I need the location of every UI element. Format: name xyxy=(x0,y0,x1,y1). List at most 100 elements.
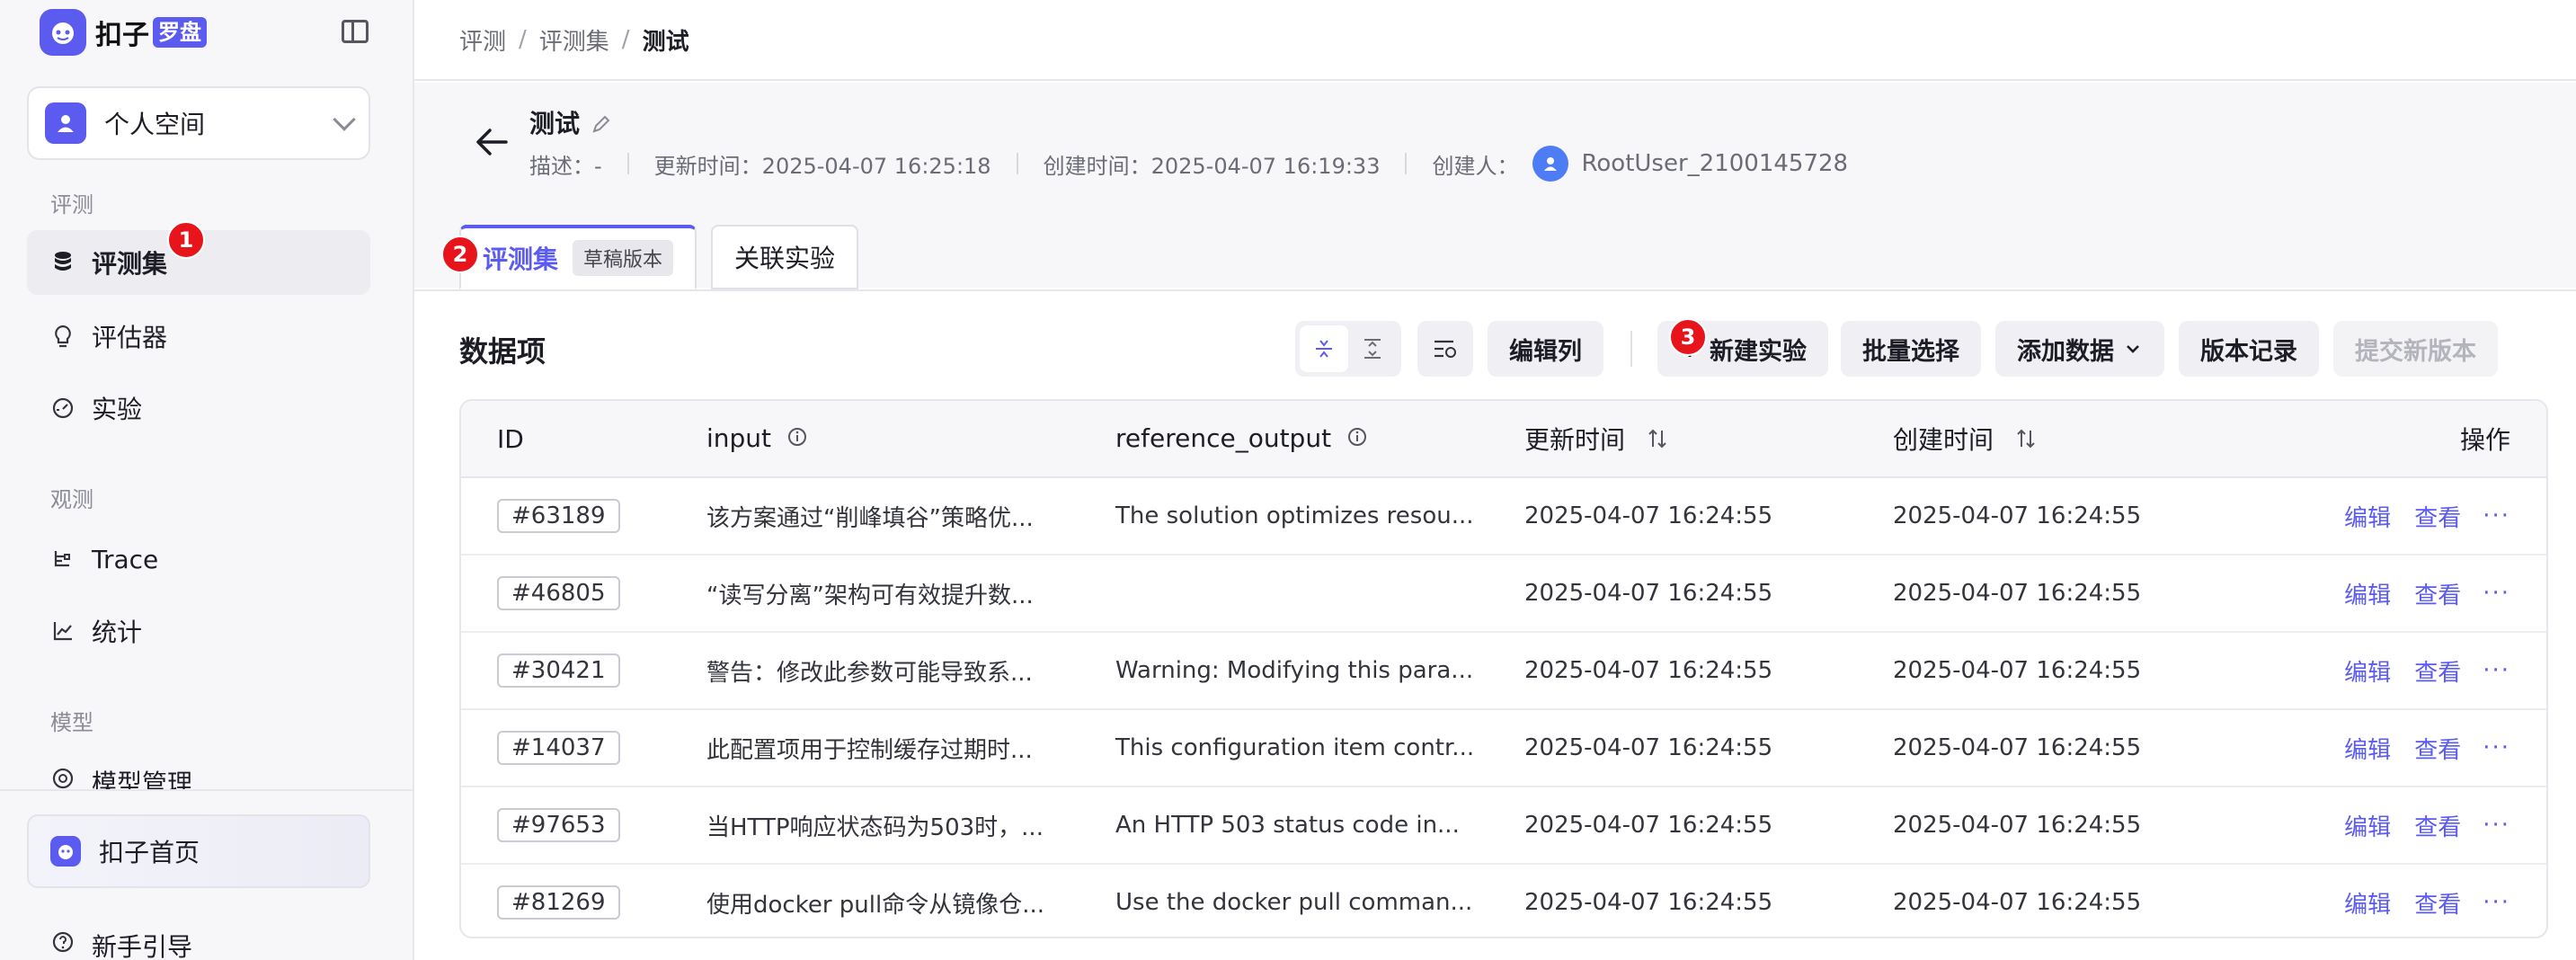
table-row[interactable]: #97653 当HTTP响应状态码为503时，... An HTTP 503 s… xyxy=(461,787,2546,865)
avatar xyxy=(1532,146,1569,182)
submit-version-button[interactable]: 提交新版本 xyxy=(2333,321,2498,377)
cell-actions: 编辑 查看 ··· xyxy=(2257,886,2546,920)
info-icon[interactable] xyxy=(786,424,808,454)
nav-section-model: 模型 xyxy=(50,710,93,735)
filter-settings-icon xyxy=(1435,340,1456,358)
cell-created-time: 2025-04-07 16:24:55 xyxy=(1893,580,2142,607)
brand[interactable]: 扣子 罗盘 xyxy=(40,9,207,56)
more-actions-icon[interactable]: ··· xyxy=(2483,657,2510,684)
chevron-down-icon xyxy=(2127,345,2139,353)
sidebar-item-label: Trace xyxy=(92,544,159,574)
edit-link[interactable]: 编辑 xyxy=(2344,732,2391,765)
edit-link[interactable]: 编辑 xyxy=(2344,500,2391,533)
more-actions-icon[interactable]: ··· xyxy=(2483,580,2510,607)
cell-created-time: 2025-04-07 16:24:55 xyxy=(1893,734,2142,761)
edit-link[interactable]: 编辑 xyxy=(2344,886,2391,920)
sidebar-item-guide[interactable]: 新手引导 xyxy=(27,926,370,960)
coze-home-label: 扣子首页 xyxy=(99,838,200,867)
edit-pencil-icon[interactable] xyxy=(591,111,612,133)
tab-bar: 评测集 草稿版本 关联实验 xyxy=(459,225,873,289)
compact-rows-icon[interactable] xyxy=(1300,325,1348,372)
cell-actions: 编辑 查看 ··· xyxy=(2257,577,2546,610)
cell-created-time: 2025-04-07 16:24:55 xyxy=(1893,657,2142,684)
cell-actions: 编辑 查看 ··· xyxy=(2257,500,2546,533)
nav-section-observe: 观测 xyxy=(50,487,93,512)
id-tag: #30421 xyxy=(497,653,620,688)
help-circle-icon xyxy=(49,928,77,956)
more-actions-icon[interactable]: ··· xyxy=(2483,889,2510,916)
tab-related-experiments[interactable]: 关联实验 xyxy=(711,225,859,289)
expand-rows-icon[interactable] xyxy=(1348,325,1397,372)
table-row[interactable]: #30421 警告：修改此参数可能导致系... Warning: Modifyi… xyxy=(461,633,2546,710)
title-row: 测试 xyxy=(529,104,612,140)
sidebar-item-stats[interactable]: 统计 xyxy=(27,599,370,663)
cell-id: #46805 xyxy=(461,576,706,610)
data-table: ID input reference_output 更新时间 创建时间 操作 #… xyxy=(459,399,2548,938)
back-arrow-icon[interactable] xyxy=(472,124,511,160)
sidebar-item-label: 评测集 xyxy=(92,249,168,279)
more-actions-icon[interactable]: ··· xyxy=(2483,812,2510,839)
cell-created-time: 2025-04-07 16:24:55 xyxy=(1893,889,2142,916)
sort-icon[interactable] xyxy=(1646,427,1669,457)
lightbulb-icon xyxy=(49,322,77,351)
cell-input: 此配置项用于控制缓存过期时... xyxy=(706,736,1033,764)
tab-label: 关联实验 xyxy=(734,244,836,273)
created-time: 创建时间：2025-04-07 16:19:33 xyxy=(1043,153,1381,179)
id-tag: #81269 xyxy=(497,885,620,920)
space-label: 个人空间 xyxy=(104,110,206,139)
coze-logo-icon xyxy=(50,836,81,867)
view-link[interactable]: 查看 xyxy=(2414,654,2461,688)
col-header-updated[interactable]: 更新时间 xyxy=(1524,421,1893,457)
sidebar-item-model-management[interactable]: 模型管理 xyxy=(27,748,370,789)
sort-icon[interactable] xyxy=(2014,427,2038,457)
col-header-created[interactable]: 创建时间 xyxy=(1893,421,2257,457)
info-icon[interactable] xyxy=(1346,424,1368,454)
edit-link[interactable]: 编辑 xyxy=(2344,654,2391,688)
col-header-input: input xyxy=(706,423,1115,455)
user-space-icon xyxy=(45,102,86,144)
breadcrumb-item[interactable]: 评测集 xyxy=(539,23,609,57)
cell-updated-time: 2025-04-07 16:24:55 xyxy=(1524,889,1773,916)
brand-name: 扣子 xyxy=(95,20,149,51)
brand-logo-icon xyxy=(40,9,86,56)
view-link[interactable]: 查看 xyxy=(2414,500,2461,533)
cell-reference-output: An HTTP 503 status code in... xyxy=(1115,812,1460,839)
view-link[interactable]: 查看 xyxy=(2414,809,2461,842)
batch-select-button[interactable]: 批量选择 xyxy=(1841,321,1981,377)
edit-link[interactable]: 编辑 xyxy=(2344,577,2391,610)
coze-home-button[interactable]: 扣子首页 xyxy=(27,814,370,888)
table-row[interactable]: #46805 “读写分离”架构可有效提升数... 2025-04-07 16:2… xyxy=(461,556,2546,633)
table-row[interactable]: #14037 此配置项用于控制缓存过期时... This configurati… xyxy=(461,710,2546,787)
id-tag: #14037 xyxy=(497,731,620,765)
sidebar-collapse-icon[interactable] xyxy=(342,20,369,43)
space-selector[interactable]: 个人空间 xyxy=(27,86,370,160)
more-actions-icon[interactable]: ··· xyxy=(2483,502,2510,529)
creator-name: RootUser_2100145728 xyxy=(1581,150,1849,177)
sidebar-item-evaluators[interactable]: 评估器 xyxy=(27,304,370,369)
sidebar-item-experiments[interactable]: 实验 xyxy=(27,376,370,440)
more-actions-icon[interactable]: ··· xyxy=(2483,734,2510,761)
brand-tag: 罗盘 xyxy=(153,17,207,48)
add-data-button[interactable]: 添加数据 xyxy=(1995,321,2164,377)
filter-settings-button[interactable] xyxy=(1417,321,1473,377)
table-row[interactable]: #63189 该方案通过“削峰填谷”策略优... The solution op… xyxy=(461,478,2546,556)
line-chart-icon xyxy=(49,617,77,645)
edit-columns-button[interactable]: 编辑列 xyxy=(1488,321,1603,377)
table-row[interactable]: #81269 使用docker pull命令从镜像仓... Use the do… xyxy=(461,865,2546,937)
edit-link[interactable]: 编辑 xyxy=(2344,809,2391,842)
sidebar-item-label: 新手引导 xyxy=(92,932,193,960)
cell-reference-output: Use the docker pull comman... xyxy=(1115,889,1473,916)
view-link[interactable]: 查看 xyxy=(2414,732,2461,765)
view-link[interactable]: 查看 xyxy=(2414,886,2461,920)
main-content: 评测 / 评测集 / 测试 测试 描述：- 更新时间：2025-04-07 16… xyxy=(414,0,2576,960)
id-tag: #63189 xyxy=(497,499,620,533)
model-icon xyxy=(49,764,77,789)
version-history-button[interactable]: 版本记录 xyxy=(2179,321,2319,377)
chevron-down-icon xyxy=(333,108,356,131)
cell-created-time: 2025-04-07 16:24:55 xyxy=(1893,812,2142,839)
sidebar-item-trace[interactable]: Trace xyxy=(27,527,370,591)
breadcrumb-item[interactable]: 评测 xyxy=(459,23,506,57)
tab-eval-set[interactable]: 评测集 草稿版本 xyxy=(459,225,697,289)
view-link[interactable]: 查看 xyxy=(2414,577,2461,610)
cell-actions: 编辑 查看 ··· xyxy=(2257,809,2546,842)
